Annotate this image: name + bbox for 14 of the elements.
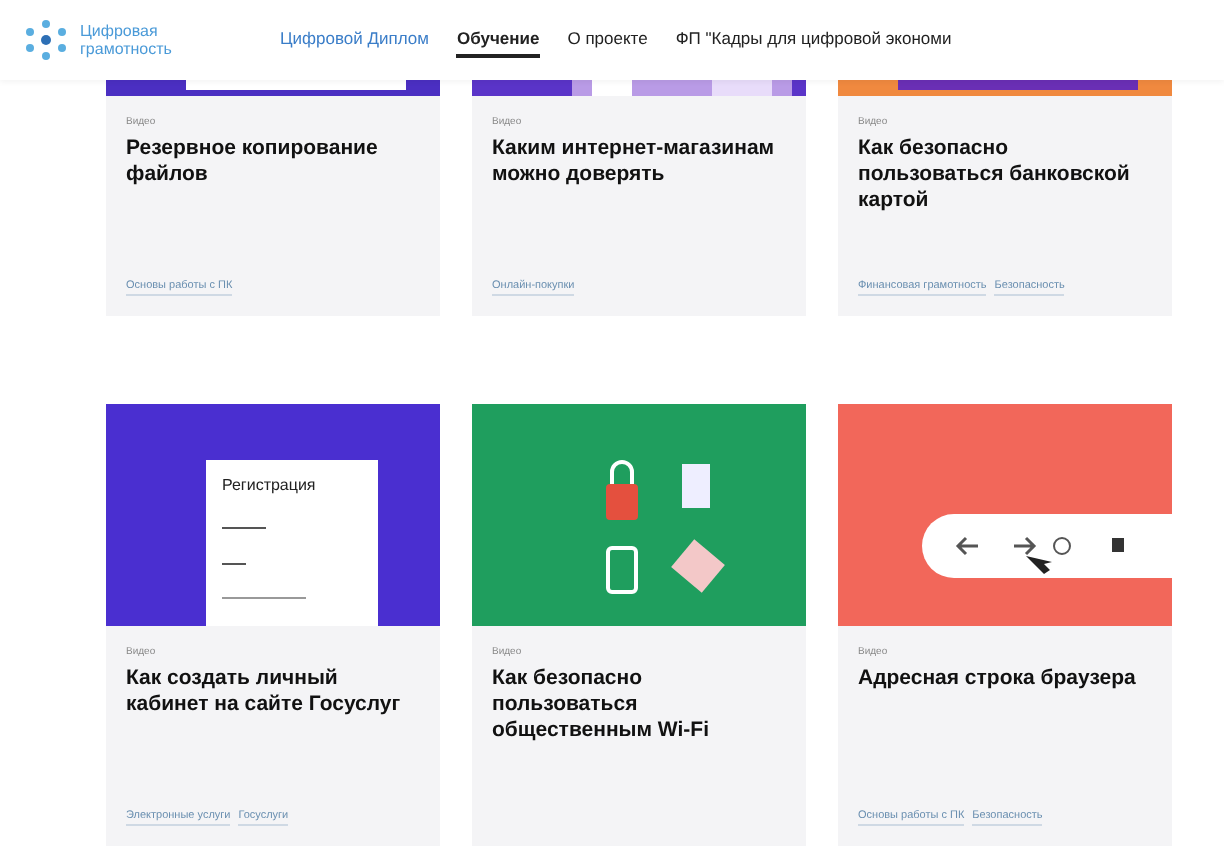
nav-link[interactable]: ФП "Кадры для цифровой экономи bbox=[675, 22, 952, 58]
nav-link[interactable]: О проекте bbox=[567, 22, 648, 58]
card-title[interactable]: Как безопасно пользоваться банковской картой bbox=[858, 136, 1152, 270]
card-title[interactable]: Адресная строка браузера bbox=[858, 666, 1152, 800]
card-title[interactable]: Каким интернет-магазинам можно доверять bbox=[492, 136, 786, 270]
nav-link[interactable]: Обучение bbox=[456, 22, 540, 58]
card-title[interactable]: Как безопасно пользоваться общественным Wi-Fi bbox=[492, 666, 786, 818]
illustration-heading: Регистрация bbox=[222, 476, 316, 494]
logo-icon bbox=[24, 18, 68, 62]
card-title[interactable]: Резервное копирование файлов bbox=[126, 136, 420, 270]
logo-text: Цифровая грамотность bbox=[80, 22, 174, 58]
security-icons-drawing bbox=[606, 460, 725, 594]
card-title[interactable]: Как создать личный кабинет на сайте Госуслуг bbox=[126, 666, 420, 800]
nav-link[interactable]: Цифровой Диплом bbox=[280, 22, 429, 58]
